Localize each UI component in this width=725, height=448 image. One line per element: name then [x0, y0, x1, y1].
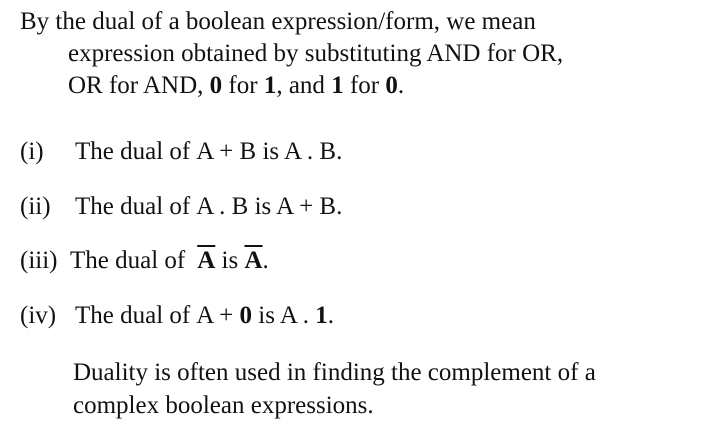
item-result: A . — [279, 302, 316, 329]
item-expression: A + B — [196, 138, 257, 165]
item-prefix: The dual of — [75, 302, 191, 329]
zero-symbol: 0 — [239, 302, 253, 329]
item-result: A . B — [283, 138, 337, 165]
example-item-3: (iii) The dual of A is A. — [20, 245, 269, 277]
item-prefix: The dual of — [75, 193, 191, 220]
item-is: is — [215, 247, 245, 274]
item-end: . — [336, 138, 343, 165]
definition-line-2: expression obtained by substituting AND … — [68, 40, 564, 67]
definition-text-1: OR for AND, — [68, 72, 210, 99]
definition-text-2: for — [222, 72, 264, 99]
one-symbol: 1 — [263, 72, 277, 99]
item-expression: A + — [196, 302, 240, 329]
item-number: (ii) — [20, 193, 51, 220]
item-number: (iii) — [20, 247, 58, 274]
item-end: . — [262, 247, 269, 274]
definition-line-1: By the dual of a boolean expression/form… — [20, 8, 536, 35]
item-result: A + B — [276, 193, 337, 220]
zero-symbol: 0 — [209, 72, 223, 99]
item-is: is — [248, 193, 277, 220]
item-is: is — [256, 138, 284, 165]
item-number: (i) — [20, 138, 44, 165]
closing-line-1: Duality is often used in finding the com… — [73, 359, 596, 386]
definition-text-3: , and — [276, 72, 332, 99]
item-prefix: The dual of — [70, 247, 186, 274]
definition-text-4: for — [343, 72, 386, 99]
example-item-4: (iv) The dual of A + 0 is A . 1. — [20, 300, 334, 332]
definition-paragraph: By the dual of a boolean expression/form… — [20, 6, 715, 102]
item-is: is — [252, 302, 280, 329]
one-symbol-2: 1 — [331, 72, 344, 99]
item-end: . — [336, 193, 343, 220]
definition-text-5: . — [397, 72, 405, 99]
item-prefix: The dual of — [75, 138, 191, 165]
item-expression: A . B — [196, 193, 249, 220]
closing-paragraph: Duality is often used in finding the com… — [73, 356, 596, 422]
item-number: (iv) — [20, 302, 57, 329]
item-end: . — [327, 302, 334, 329]
closing-line-2: complex boolean expressions. — [73, 392, 374, 419]
complement-a-expression: A — [197, 247, 216, 274]
example-item-2: (ii) The dual of A . B is A + B. — [20, 191, 342, 223]
example-item-1: (i) The dual of A + B is A . B. — [20, 136, 342, 168]
zero-symbol-2: 0 — [385, 72, 398, 99]
definition-line-3: OR for AND, 0 for 1, and 1 for 0. — [20, 70, 715, 102]
one-symbol: 1 — [315, 302, 328, 329]
complement-a-result: A — [244, 247, 263, 274]
